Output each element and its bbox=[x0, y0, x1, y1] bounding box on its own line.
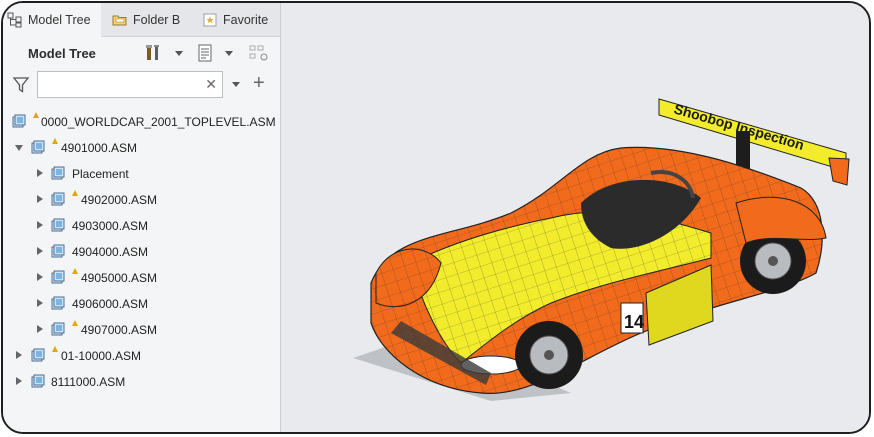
tree-row[interactable]: 4901000.ASM bbox=[3, 135, 280, 161]
expand-icon[interactable] bbox=[37, 195, 43, 203]
warning-icon bbox=[52, 138, 58, 144]
tree-row[interactable]: 8111000.ASM bbox=[3, 369, 280, 395]
expand-icon[interactable] bbox=[37, 221, 43, 229]
tab-label: Favorite bbox=[223, 12, 269, 27]
filter-funnel-icon[interactable] bbox=[12, 76, 30, 99]
assembly-icon bbox=[51, 270, 65, 284]
model-tree-icon bbox=[7, 12, 23, 28]
tree-row[interactable]: 4903000.ASM bbox=[3, 213, 280, 239]
clear-search-icon[interactable]: ✕ bbox=[205, 76, 217, 93]
tree-row[interactable]: Placement bbox=[3, 161, 280, 187]
folder-browser-icon bbox=[112, 12, 128, 28]
warning-icon bbox=[72, 268, 78, 274]
expand-icon[interactable] bbox=[37, 325, 43, 333]
tree-search-box: ✕ bbox=[37, 71, 223, 98]
expand-icon[interactable] bbox=[37, 299, 43, 307]
tree-filter-settings-button[interactable] bbox=[248, 43, 268, 63]
expand-icon[interactable] bbox=[16, 351, 22, 359]
tree-item-label: 4906000.ASM bbox=[72, 297, 149, 311]
navigator-panel: Model Tree Folder B Favorite Model Tree bbox=[3, 3, 281, 432]
app-window: Model Tree Folder B Favorite Model Tree bbox=[1, 1, 871, 434]
tree-item-label: 4901000.ASM bbox=[61, 141, 138, 155]
tools-icon bbox=[146, 45, 159, 60]
show-button[interactable] bbox=[195, 43, 215, 63]
model-tree: 0000_WORLDCAR_2001_TOPLEVEL.ASM 4901000.… bbox=[3, 109, 280, 395]
expand-icon[interactable] bbox=[37, 273, 43, 281]
collapse-icon[interactable] bbox=[15, 145, 23, 151]
show-dropdown[interactable] bbox=[225, 51, 233, 56]
warning-icon bbox=[72, 190, 78, 196]
tree-row[interactable]: 0000_WORLDCAR_2001_TOPLEVEL.ASM bbox=[3, 109, 280, 135]
tree-item-label: 4907000.ASM bbox=[81, 323, 158, 337]
tree-item-label: 4905000.ASM bbox=[81, 271, 158, 285]
race-number: 14 bbox=[624, 312, 644, 332]
filter-options-dropdown[interactable] bbox=[232, 82, 240, 87]
assembly-icon bbox=[51, 322, 65, 336]
tree-columns-icon bbox=[249, 45, 268, 61]
tree-item-label: 4904000.ASM bbox=[72, 245, 149, 259]
tree-settings-button[interactable] bbox=[144, 43, 164, 63]
tab-label: Model Tree bbox=[28, 13, 91, 27]
tab-folder-browser[interactable]: Folder B bbox=[108, 3, 191, 36]
car-3d-model[interactable]: Shoobop Inspection 14 bbox=[281, 3, 871, 434]
graphics-viewport[interactable]: Shoobop Inspection 14 bbox=[281, 3, 869, 432]
list-icon bbox=[198, 44, 212, 62]
tree-row[interactable]: 4902000.ASM bbox=[3, 187, 280, 213]
model-tree-toolbar: Model Tree bbox=[3, 39, 280, 67]
assembly-icon bbox=[51, 218, 65, 232]
tab-model-tree[interactable]: Model Tree bbox=[3, 3, 101, 37]
warning-icon bbox=[33, 112, 39, 118]
panel-title: Model Tree bbox=[28, 46, 96, 61]
tree-row[interactable]: 4906000.ASM bbox=[3, 291, 280, 317]
tab-favorites[interactable]: Favorite bbox=[198, 3, 280, 36]
expand-icon[interactable] bbox=[37, 169, 43, 177]
tree-item-label: 01-10000.ASM bbox=[61, 349, 142, 363]
expand-icon[interactable] bbox=[37, 247, 43, 255]
tree-search-input[interactable] bbox=[42, 72, 206, 97]
assembly-icon bbox=[51, 244, 65, 258]
expand-icon[interactable] bbox=[16, 377, 22, 385]
assembly-icon bbox=[51, 192, 65, 206]
placement-icon bbox=[51, 166, 65, 180]
warning-icon bbox=[52, 346, 58, 352]
tree-filter-row: ✕ + bbox=[3, 69, 280, 101]
tree-item-label: 4903000.ASM bbox=[72, 219, 149, 233]
tab-label: Folder B bbox=[133, 12, 181, 27]
assembly-icon bbox=[51, 296, 65, 310]
assembly-icon bbox=[31, 140, 45, 154]
navigator-tabs: Model Tree Folder B Favorite bbox=[3, 3, 280, 37]
tree-row[interactable]: 4904000.ASM bbox=[3, 239, 280, 265]
tree-settings-dropdown[interactable] bbox=[175, 51, 183, 56]
warning-icon bbox=[72, 320, 78, 326]
assembly-icon bbox=[31, 348, 45, 362]
tree-item-label: 8111000.ASM bbox=[51, 375, 126, 389]
favorites-icon bbox=[202, 12, 218, 28]
tree-item-label: Placement bbox=[72, 167, 129, 181]
tree-row[interactable]: 01-10000.ASM bbox=[3, 343, 280, 369]
tree-item-label: 4902000.ASM bbox=[81, 193, 158, 207]
tree-row[interactable]: 4907000.ASM bbox=[3, 317, 280, 343]
tree-row[interactable]: 4905000.ASM bbox=[3, 265, 280, 291]
assembly-icon bbox=[31, 374, 45, 388]
assembly-icon bbox=[12, 114, 26, 128]
add-filter-icon[interactable]: + bbox=[253, 73, 265, 93]
tree-item-label: 0000_WORLDCAR_2001_TOPLEVEL.ASM bbox=[41, 115, 276, 129]
